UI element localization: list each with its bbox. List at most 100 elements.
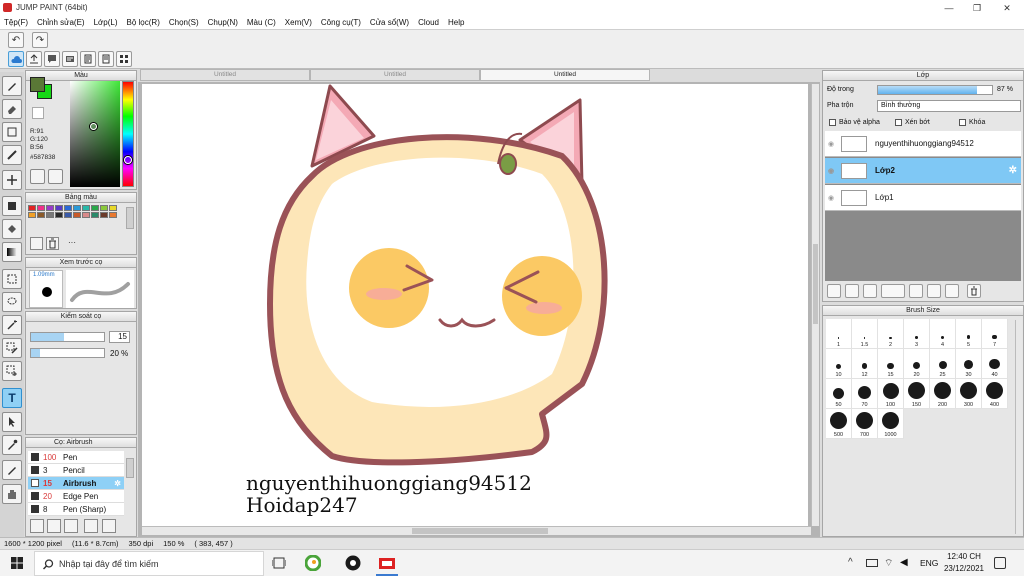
battery-icon[interactable] xyxy=(866,559,878,567)
color-settings-button[interactable] xyxy=(48,169,63,184)
layer-opacity-slider[interactable] xyxy=(877,85,993,95)
palette-swatch[interactable] xyxy=(109,205,117,211)
brush-size-option[interactable]: 50 xyxy=(826,379,852,409)
menu-file[interactable]: Tệp(F) xyxy=(4,18,28,27)
page-button[interactable] xyxy=(98,51,114,67)
brush-size-option[interactable]: 40 xyxy=(982,349,1008,379)
brush-group-button[interactable] xyxy=(47,519,61,533)
palette-swatch[interactable] xyxy=(46,205,54,211)
tab-untitled-1[interactable]: Untitled xyxy=(140,69,310,81)
palette-swatch[interactable] xyxy=(73,212,81,218)
copy-layer-button[interactable] xyxy=(909,284,923,298)
layer-item-text[interactable]: ◉ nguyenthihuonggiang94512 xyxy=(825,131,1021,157)
canvas-vertical-scrollbar[interactable] xyxy=(811,84,819,526)
redo-button[interactable]: ↷ xyxy=(32,32,48,48)
menu-color[interactable]: Màu (C) xyxy=(247,18,276,27)
fill-rect-tool[interactable] xyxy=(2,196,22,216)
menu-capture[interactable]: Chụp(N) xyxy=(208,18,238,27)
layer-options-button[interactable] xyxy=(945,284,959,298)
close-button[interactable]: ✕ xyxy=(992,1,1022,15)
brush-list-scrollbar[interactable] xyxy=(126,458,134,478)
delete-layer-button[interactable] xyxy=(967,284,981,298)
hue-marker[interactable] xyxy=(124,156,132,164)
taskbar-app-coccoc[interactable] xyxy=(304,554,322,572)
palette-swatch[interactable] xyxy=(55,212,63,218)
brush-item-pen-sharp[interactable]: 8 Pen (Sharp) xyxy=(28,503,124,516)
tray-chevron-icon[interactable]: ^ xyxy=(848,557,853,568)
taskbar-search-box[interactable]: Nhập tại đây để tìm kiếm xyxy=(34,551,264,576)
palette-menu-button[interactable]: ··· xyxy=(68,238,76,247)
tab-untitled-3[interactable]: Untitled xyxy=(480,69,650,81)
taskbar-app-jumppaint[interactable] xyxy=(378,554,396,572)
brush-size-input[interactable]: 15 xyxy=(109,331,130,343)
drawing-canvas[interactable]: nguyenthihuonggiang94512 Hoidap247 xyxy=(142,84,808,526)
palette-swatch[interactable] xyxy=(55,205,63,211)
add-brush-button[interactable] xyxy=(30,519,44,533)
menu-edit[interactable]: Chỉnh sửa(E) xyxy=(37,18,85,27)
palette-swatch[interactable] xyxy=(100,212,108,218)
language-indicator[interactable]: ENG xyxy=(920,558,938,568)
brush-size-option[interactable]: 70 xyxy=(852,379,878,409)
task-view-button[interactable] xyxy=(270,554,288,572)
brush-size-option[interactable]: 7 xyxy=(982,319,1008,349)
menu-cloud[interactable]: Cloud xyxy=(418,18,439,27)
new-halftone-layer-button[interactable] xyxy=(845,284,859,298)
palette-swatch[interactable] xyxy=(37,212,45,218)
brush-settings-gear-icon[interactable]: ✲ xyxy=(114,479,121,488)
brush-size-option[interactable]: 500 xyxy=(826,409,852,439)
brush-size-option[interactable]: 20 xyxy=(904,349,930,379)
taskbar-date[interactable]: 23/12/2021 xyxy=(940,564,988,573)
rectangle-tool[interactable] xyxy=(2,122,22,142)
brush-item-airbrush[interactable]: 15 Airbrush ✲ xyxy=(28,477,124,490)
hand-tool[interactable] xyxy=(2,484,22,504)
palette-swatch[interactable] xyxy=(82,205,90,211)
menu-help[interactable]: Help xyxy=(448,18,464,27)
new-palette-color-button[interactable] xyxy=(30,237,43,250)
notification-center-icon[interactable] xyxy=(994,557,1006,569)
brush-size-option[interactable]: 1.5 xyxy=(852,319,878,349)
clipping-checkbox[interactable] xyxy=(895,119,902,126)
palette-swatch[interactable] xyxy=(46,212,54,218)
palette-scrollbar[interactable] xyxy=(126,207,134,229)
new-folder-layer-button[interactable] xyxy=(863,284,877,298)
magic-wand-tool[interactable] xyxy=(2,315,22,335)
blend-mode-select[interactable]: Bình thường xyxy=(877,100,1021,112)
foreground-color-swatch[interactable] xyxy=(30,77,45,92)
brush-size-option[interactable]: 3 xyxy=(904,319,930,349)
line-tool[interactable] xyxy=(2,145,22,165)
brush-size-option[interactable]: 1000 xyxy=(878,409,904,439)
taskbar-app-obs[interactable] xyxy=(344,554,362,572)
brush-size-option[interactable]: 5 xyxy=(956,319,982,349)
new-layer-button[interactable] xyxy=(827,284,841,298)
tab-untitled-2[interactable]: Untitled xyxy=(310,69,480,81)
start-button[interactable] xyxy=(8,554,26,572)
layer-item-lop1[interactable]: ◉ Lớp1 xyxy=(825,185,1021,211)
network-icon[interactable]: ⌔ xyxy=(884,557,893,570)
palette-swatch[interactable] xyxy=(91,205,99,211)
brush-size-option[interactable]: 150 xyxy=(904,379,930,409)
pen-fill-tool[interactable] xyxy=(2,460,22,480)
visibility-icon[interactable]: ◉ xyxy=(825,167,837,175)
brush-size-scrollbar[interactable] xyxy=(1015,320,1022,534)
brush-folder-button[interactable] xyxy=(102,519,116,533)
brush-size-slider[interactable] xyxy=(30,332,105,342)
text-tool[interactable]: T xyxy=(2,388,22,408)
message-button[interactable] xyxy=(62,51,78,67)
layer-item-lop2[interactable]: ◉ Lớp2 ✲ xyxy=(825,158,1021,184)
brush-item-pencil[interactable]: 3 Pencil xyxy=(28,464,124,477)
brush-size-option[interactable]: 30 xyxy=(956,349,982,379)
palette-swatch[interactable] xyxy=(28,212,36,218)
undo-button[interactable]: ↶ xyxy=(8,32,24,48)
move-tool[interactable] xyxy=(2,170,22,190)
palette-swatch[interactable] xyxy=(64,212,72,218)
new-brush-button[interactable] xyxy=(64,519,78,533)
protect-alpha-checkbox[interactable] xyxy=(829,119,836,126)
menu-tools[interactable]: Công cụ(T) xyxy=(321,18,361,27)
minimize-button[interactable]: — xyxy=(934,1,964,15)
lock-checkbox[interactable] xyxy=(959,119,966,126)
brush-item-pen[interactable]: 100 Pen xyxy=(28,451,124,464)
brush-size-option[interactable]: 4 xyxy=(930,319,956,349)
menu-layer[interactable]: Lớp(L) xyxy=(94,18,118,27)
brush-size-option[interactable]: 2 xyxy=(878,319,904,349)
delete-palette-color-button[interactable] xyxy=(46,237,59,250)
